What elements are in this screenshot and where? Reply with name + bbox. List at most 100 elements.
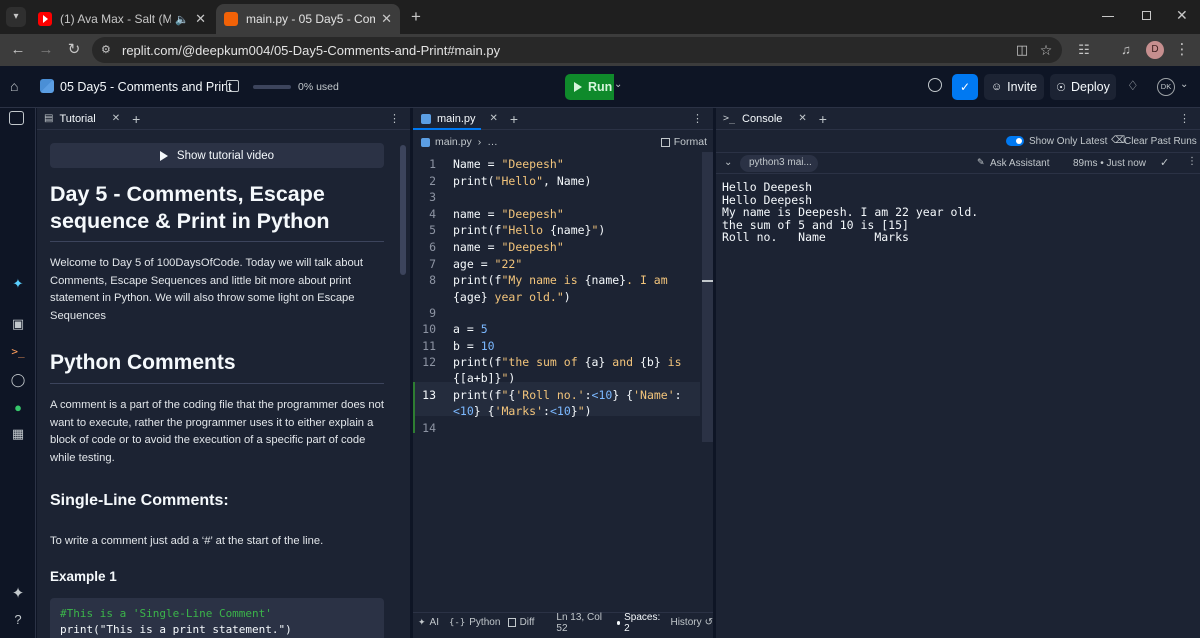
site-settings-icon[interactable]: ⚙: [101, 43, 115, 57]
line-number: 10: [422, 322, 436, 336]
webview-icon[interactable]: ▣: [9, 315, 27, 333]
restore-icon[interactable]: [1142, 11, 1151, 20]
tab-console[interactable]: Console: [742, 113, 782, 125]
browser-tab-replit[interactable]: main.py - 05 Day5 - Comments ✕: [216, 4, 400, 34]
play-icon: [574, 82, 582, 92]
ask-assistant-button[interactable]: Ask Assistant: [990, 158, 1049, 169]
close-tab-icon[interactable]: ✕: [195, 11, 206, 27]
language-label[interactable]: Python: [469, 617, 500, 628]
console-prompt-icon: >_: [723, 113, 736, 124]
project-name[interactable]: 05 Day5 - Comments and Print: [60, 80, 232, 94]
media-control-icon[interactable]: ♫: [1116, 40, 1136, 60]
tutorial-divider: [50, 383, 384, 384]
ai-sparkle-icon[interactable]: ✦: [9, 585, 27, 603]
close-tab-icon[interactable]: ✕: [490, 113, 498, 124]
show-tutorial-video-button[interactable]: Show tutorial video: [50, 143, 384, 168]
split-pane-icon[interactable]: [9, 111, 24, 125]
forward-icon[interactable]: →: [36, 40, 56, 60]
new-tab-button[interactable]: +: [406, 7, 426, 27]
tab-main-py[interactable]: main.py: [437, 113, 476, 125]
browser-menu-icon[interactable]: ⋮: [1172, 40, 1192, 60]
breadcrumb-more[interactable]: …: [487, 136, 498, 148]
user-avatar[interactable]: DK: [1157, 78, 1175, 96]
shell-icon[interactable]: >_: [9, 343, 27, 361]
indent-dot-icon: [616, 620, 621, 625]
history-button[interactable]: History: [670, 617, 701, 628]
ai-toggle[interactable]: AI: [430, 617, 439, 628]
browser-tab-youtube[interactable]: (1) Ava Max - Salt (Music Vi 🔈 ✕: [30, 4, 214, 34]
line-number: 4: [429, 207, 436, 221]
add-tab-icon[interactable]: +: [132, 111, 140, 127]
invite-button[interactable]: ☺ Invite: [984, 74, 1044, 100]
tab-search-button[interactable]: ▾: [6, 7, 26, 27]
add-tab-icon[interactable]: +: [819, 111, 827, 127]
code-line-wrap: <10} {'Marks':<10}"): [453, 404, 592, 418]
profile-avatar[interactable]: D: [1146, 41, 1164, 59]
help-icon[interactable]: ?: [9, 611, 27, 629]
close-tab-icon[interactable]: ✕: [112, 113, 120, 124]
add-tab-icon[interactable]: +: [510, 111, 518, 127]
secrets-icon[interactable]: ●: [9, 399, 27, 417]
comments-paragraph: A comment is a part of the coding file t…: [50, 399, 384, 464]
editor-active-tab-underline: [413, 128, 481, 130]
browser-tab-strip: ▾ (1) Ava Max - Salt (Music Vi 🔈 ✕ main.…: [0, 0, 1200, 34]
tab-tutorial[interactable]: Tutorial: [59, 113, 95, 125]
replit-agent-icon[interactable]: ✦: [9, 275, 27, 293]
diff-button[interactable]: Diff: [520, 617, 535, 628]
python-file-icon: [421, 137, 430, 147]
avatar-chevron-icon[interactable]: ⌄: [1180, 79, 1188, 90]
tool-sidebar: ✦ ▣ >_ ◯ ● ▦ ✦ ?: [0, 108, 36, 638]
bookmark-star-icon[interactable]: ☆: [1036, 40, 1056, 60]
minimize-icon[interactable]: [1102, 16, 1114, 17]
project-info-icon[interactable]: [226, 80, 239, 92]
spaces-setting[interactable]: Spaces: 2: [624, 612, 662, 634]
tab-title: main.py - 05 Day5 - Comments: [246, 12, 376, 26]
run-menu-icon[interactable]: ⋮: [1187, 156, 1197, 167]
format-button[interactable]: Format: [660, 136, 707, 148]
code-line: print(f"{'Roll no.':<10} {'Name':: [453, 388, 682, 402]
show-only-latest-toggle[interactable]: [1006, 136, 1024, 146]
run-options-chevron-icon[interactable]: ⌄: [614, 79, 626, 90]
speaker-icon: 🔈: [175, 13, 190, 26]
search-icon[interactable]: [928, 78, 942, 92]
all-tools-grid-icon[interactable]: ▦: [9, 425, 27, 443]
pane-menu-icon[interactable]: ⋮: [389, 112, 400, 125]
cursor-position[interactable]: Ln 13, Col 52: [556, 612, 607, 634]
deploy-button[interactable]: ☉ Deploy: [1050, 74, 1116, 100]
check-icon: ✓: [959, 80, 971, 94]
reload-icon[interactable]: ↻: [64, 40, 84, 60]
address-bar[interactable]: ⚙ replit.com/@deepkum004/05-Day5-Comment…: [92, 37, 1062, 63]
back-icon[interactable]: ←: [8, 40, 28, 60]
line-number: 11: [422, 339, 436, 353]
database-icon[interactable]: ◯: [9, 371, 27, 389]
checkpoint-button[interactable]: ✓: [952, 74, 978, 100]
close-tab-icon[interactable]: ✕: [798, 113, 806, 124]
console-output-line: Roll no. Name Marks: [722, 230, 909, 244]
home-icon[interactable]: ⌂: [10, 78, 26, 94]
line-number: 14: [422, 421, 436, 435]
pane-menu-icon[interactable]: ⋮: [692, 112, 703, 125]
extensions-icon[interactable]: ☷: [1074, 40, 1094, 60]
install-app-icon[interactable]: ◫: [1012, 40, 1032, 60]
history-icon: ↺: [704, 617, 713, 628]
run-timing: 89ms • Just now: [1073, 158, 1146, 169]
tutorial-scroll-area[interactable]: Show tutorial video Day 5 - Comments, Es…: [37, 131, 410, 638]
editor-pane-header: main.py ✕ + ⋮: [413, 108, 713, 130]
tutorial-scrollbar[interactable]: [400, 145, 406, 275]
url-text: replit.com/@deepkum004/05-Day5-Comments-…: [122, 42, 501, 58]
breadcrumb-file[interactable]: main.py: [435, 136, 472, 148]
close-tab-icon[interactable]: ✕: [381, 11, 392, 27]
close-window-icon[interactable]: ✕: [1176, 7, 1188, 24]
editor-breadcrumb: main.py › … Format: [413, 133, 713, 151]
example-code-block: #This is a 'Single-Line Comment' print("…: [50, 598, 384, 638]
console-output-line: My name is Deepesh. I am 22 year old.: [722, 205, 979, 219]
pane-menu-icon[interactable]: ⋮: [1179, 112, 1190, 125]
run-button[interactable]: Run: [565, 74, 614, 100]
collapse-run-chevron-icon[interactable]: ⌄: [724, 157, 732, 168]
editor-scrollbar[interactable]: [702, 152, 713, 442]
video-button-label: Show tutorial video: [176, 149, 275, 162]
line-number: 7: [429, 257, 436, 271]
notifications-bell-icon[interactable]: ♢: [1127, 78, 1139, 94]
clear-past-runs-button[interactable]: Clear Past Runs: [1124, 136, 1197, 147]
run-name-pill[interactable]: python3 mai...: [740, 155, 818, 172]
